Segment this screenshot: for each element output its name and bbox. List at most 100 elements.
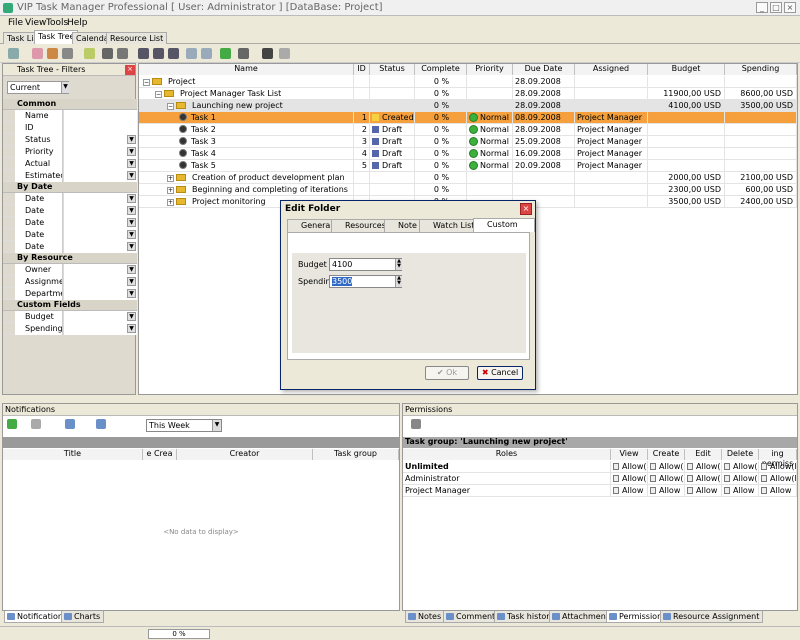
- dtab-resources[interactable]: Resources: [331, 219, 391, 232]
- ok-button[interactable]: ✔ Ok: [425, 366, 469, 380]
- chevron-down-icon[interactable]: ▼: [212, 420, 221, 431]
- expand-toggle-icon[interactable]: −: [143, 79, 150, 86]
- permission-cell[interactable]: Allow(E: [722, 461, 759, 473]
- filter-row[interactable]: Actual time▼: [3, 158, 137, 170]
- dtab-custom-fields[interactable]: Custom Fields: [473, 218, 535, 241]
- filter-icon[interactable]: [65, 419, 75, 429]
- permission-cell[interactable]: Allow: [759, 485, 797, 497]
- filter-row[interactable]: Status ▼: [3, 134, 137, 146]
- expand-toggle-icon[interactable]: +: [167, 187, 174, 194]
- dialog-close-button[interactable]: ×: [520, 203, 532, 215]
- filter-row[interactable]: Priority ▼: [3, 146, 137, 158]
- permission-cell[interactable]: Allow: [611, 485, 648, 497]
- col-budget[interactable]: Budget: [648, 64, 725, 75]
- permission-cell[interactable]: Allow(E: [648, 461, 685, 473]
- tab-charts[interactable]: Charts: [61, 611, 105, 623]
- tree-row[interactable]: Task 1 1 Created 0 % Normal 08.09.2008 Project…: [139, 112, 797, 124]
- move-down-icon[interactable]: [138, 48, 149, 59]
- col-creator[interactable]: Creator: [177, 449, 313, 460]
- col-roles[interactable]: Roles: [403, 449, 611, 460]
- tab-resource-assignment[interactable]: Resource Assignment: [660, 611, 764, 623]
- permission-cell[interactable]: Allow: [648, 485, 685, 497]
- permission-row[interactable]: Unlimited Allow(E Allow(E Allow(E Allow(E All…: [403, 461, 797, 473]
- move-up-icon[interactable]: [153, 48, 164, 59]
- cancel-button[interactable]: ✖ Cancel: [477, 366, 523, 380]
- col-managing-permissions[interactable]: ing permiss: [759, 449, 797, 468]
- filter-preset-select[interactable]: Current: [7, 81, 69, 94]
- col-assigned[interactable]: Assigned: [575, 64, 648, 75]
- dtab-general[interactable]: General: [287, 219, 338, 232]
- col-task-group[interactable]: Task group: [313, 449, 399, 460]
- filter-section-by-resource[interactable]: By Resource: [3, 253, 137, 264]
- expand-toggle-icon[interactable]: −: [155, 91, 162, 98]
- col-spending[interactable]: Spending: [725, 64, 797, 75]
- filter-row[interactable]: Department▼: [3, 288, 137, 300]
- layout-icon[interactable]: [279, 48, 290, 59]
- filter-row[interactable]: Date Create▼: [3, 205, 137, 217]
- filter-row[interactable]: Name: [3, 110, 137, 122]
- refresh-icon[interactable]: [220, 48, 231, 59]
- tab-notes[interactable]: Notes: [405, 611, 446, 623]
- col-date-created[interactable]: e Crea: [143, 449, 177, 460]
- expand-toggle-icon[interactable]: +: [167, 199, 174, 206]
- menu-view[interactable]: View: [25, 18, 46, 28]
- minimize-button[interactable]: _: [756, 2, 768, 13]
- new-task-icon[interactable]: [8, 48, 19, 59]
- expand-toggle-icon[interactable]: −: [167, 103, 174, 110]
- refresh-icon[interactable]: [7, 419, 17, 429]
- dtab-note[interactable]: Note: [384, 219, 422, 232]
- col-complete[interactable]: Complete: [415, 64, 467, 75]
- filter-row[interactable]: Spending ▼: [3, 323, 137, 335]
- collapse-icon[interactable]: [201, 48, 212, 59]
- permission-cell[interactable]: Allow(E: [759, 461, 797, 473]
- spending-field[interactable]: 3500: [329, 275, 402, 288]
- col-view[interactable]: View: [611, 449, 648, 460]
- filter-row[interactable]: Assignment▼: [3, 276, 137, 288]
- close-button[interactable]: ×: [784, 2, 796, 13]
- filter-row[interactable]: Budget ▼: [3, 311, 137, 323]
- filter-row[interactable]: Date Range▼: [3, 193, 137, 205]
- view-icon[interactable]: [96, 419, 106, 429]
- move-bottom-icon[interactable]: [168, 48, 179, 59]
- tree-row[interactable]: − Launching new project 0 % 28.09.2008 4100,…: [139, 100, 797, 112]
- col-status[interactable]: Status: [370, 64, 415, 75]
- permission-row[interactable]: Administrator Allow(E Allow(E Allow(E Allow(…: [403, 473, 797, 485]
- tree-row[interactable]: Task 5 5 Draft 0 % Normal 20.09.2008 Project M…: [139, 160, 797, 172]
- menu-file[interactable]: File: [8, 18, 23, 28]
- col-name[interactable]: Name: [139, 64, 354, 75]
- mark-read-icon[interactable]: [31, 419, 41, 429]
- tree-row[interactable]: Task 4 4 Draft 0 % Normal 16.09.2008 Project M…: [139, 148, 797, 160]
- permission-cell[interactable]: Allow(E: [648, 473, 685, 485]
- tree-row[interactable]: Task 3 3 Draft 0 % Normal 25.09.2008 Project M…: [139, 136, 797, 148]
- filter-section-custom-fields[interactable]: Custom Fields: [3, 300, 137, 311]
- columns-icon[interactable]: [262, 48, 273, 59]
- dtab-watch-list[interactable]: Watch List: [419, 219, 480, 232]
- filter-row[interactable]: Date Compl▼: [3, 241, 137, 253]
- tree-row[interactable]: − Project 0 % 28.09.2008: [139, 76, 797, 88]
- budget-spinner[interactable]: ▲ ▼: [395, 259, 402, 270]
- permission-cell[interactable]: Allow(E: [759, 473, 797, 485]
- tree-row[interactable]: − Project Manager Task List 0 % 28.09.2008 1…: [139, 88, 797, 100]
- tree-row[interactable]: + Creation of product development plan 0 %…: [139, 172, 797, 184]
- permission-row[interactable]: Project Manager Allow Allow Allow Allow Allow: [403, 485, 797, 497]
- filter-section-by-date[interactable]: By Date: [3, 182, 137, 193]
- permission-cell[interactable]: Allow: [722, 485, 759, 497]
- tab-resource-list[interactable]: Resource List: [106, 32, 168, 44]
- filter-row[interactable]: Date Last M▼: [3, 217, 137, 229]
- permission-cell[interactable]: Allow(E: [685, 461, 722, 473]
- chevron-down-icon[interactable]: ▼: [61, 82, 69, 93]
- col-priority[interactable]: Priority: [467, 64, 513, 75]
- filter-row[interactable]: Owner ▼: [3, 264, 137, 276]
- filter-row[interactable]: Estimated Ti▼: [3, 170, 137, 182]
- maximize-button[interactable]: □: [770, 2, 782, 13]
- permissions-tool-icon[interactable]: [411, 419, 421, 429]
- permission-cell[interactable]: Allow: [685, 485, 722, 497]
- settings-icon[interactable]: [238, 48, 249, 59]
- filter-icon[interactable]: [84, 48, 95, 59]
- edit-icon[interactable]: [47, 48, 58, 59]
- col-title[interactable]: Title: [3, 449, 143, 460]
- permission-cell[interactable]: Allow(E: [611, 473, 648, 485]
- tree-row[interactable]: Task 2 2 Draft 0 % Normal 28.09.2008 Project M…: [139, 124, 797, 136]
- new-folder-icon[interactable]: [32, 48, 43, 59]
- hide-icon[interactable]: [117, 48, 128, 59]
